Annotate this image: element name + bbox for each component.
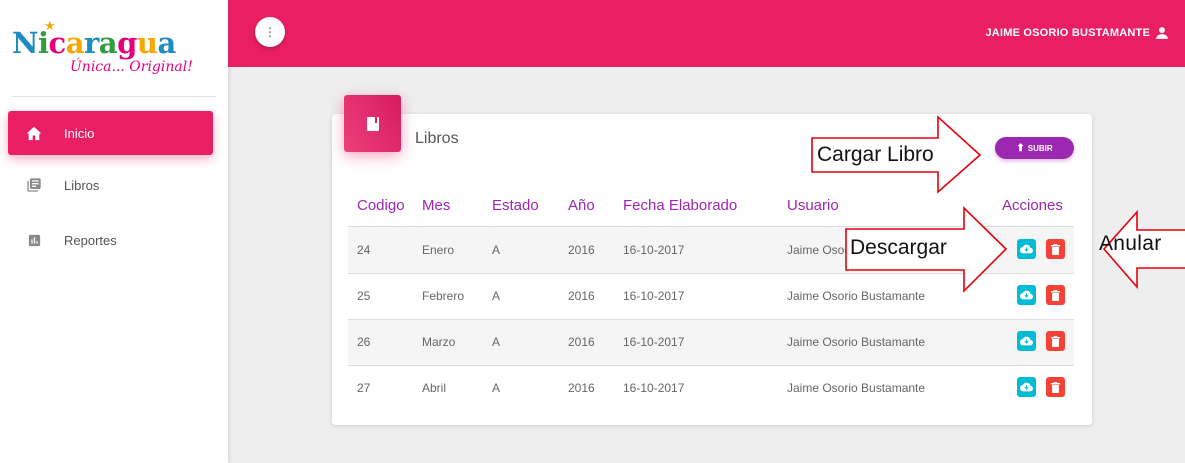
annotation-cargar-libro: Cargar Libro bbox=[817, 143, 934, 167]
annotation-arrows bbox=[811, 115, 1185, 293]
annotation-descargar: Descargar bbox=[850, 236, 947, 259]
annotation-anular: Anular bbox=[1099, 232, 1162, 255]
